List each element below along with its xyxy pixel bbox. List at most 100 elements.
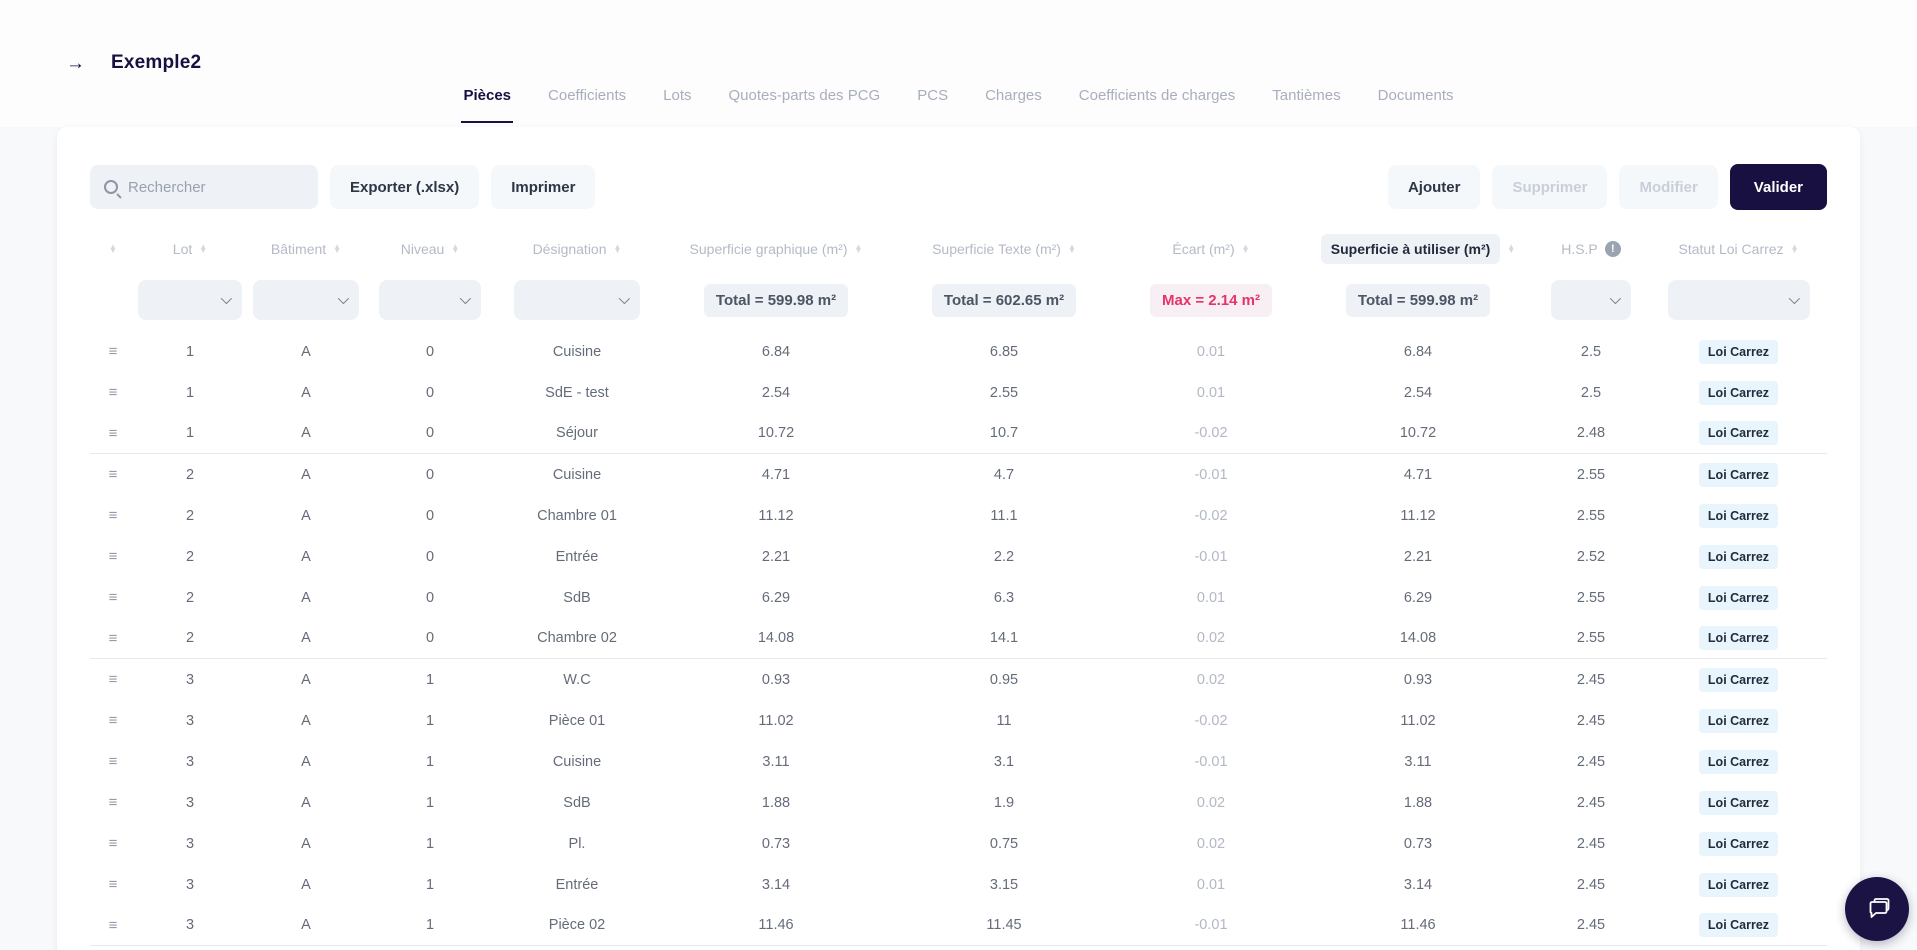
add-button[interactable]: Ajouter [1387,165,1481,209]
back-arrow-icon[interactable]: → [66,54,85,73]
drag-handle-icon[interactable]: ≡ [103,628,124,649]
table-row[interactable]: ≡ 3 A 1 Pl. 0.73 0.75 0.02 0.73 2.45 Loi… [90,823,1827,864]
search-box[interactable] [90,165,318,209]
statut-loi-carrez-badge: Loi Carrez [1698,749,1779,774]
edit-button[interactable]: Modifier [1619,165,1718,209]
sort-icon[interactable]: ▲ ▼ [333,242,341,254]
hsp-filter-dropdown[interactable] [1551,280,1631,320]
cell-superficie-a-utiliser: 2.54 [1403,384,1433,401]
drag-handle-icon[interactable]: ≡ [103,505,124,526]
sort-icon[interactable]: ▲ ▼ [614,242,622,254]
cell-superficie-graphique: 10.72 [757,425,795,441]
cell-batiment: A [301,671,311,688]
drag-handle-icon[interactable]: ≡ [103,792,124,813]
drag-handle-icon[interactable]: ≡ [103,423,124,444]
niveau-filter-dropdown[interactable] [379,280,481,320]
cell-superficie-texte: 14.1 [989,630,1019,646]
cell-designation: Séjour [556,425,598,441]
print-button[interactable]: Imprimer [491,165,596,209]
cell-superficie-a-utiliser: 6.84 [1403,343,1433,360]
table-row[interactable]: ≡ 3 A 1 Cuisine 3.11 3.1 -0.01 3.11 2.45… [90,741,1827,782]
cell-hsp: 2.5 [1580,343,1602,360]
tab-coefficients[interactable]: Coefficients [546,87,628,123]
drag-handle-icon[interactable]: ≡ [103,710,124,731]
table-row[interactable]: ≡ 2 A 0 Entrée 2.21 2.2 -0.01 2.21 2.52 … [90,536,1827,577]
drag-handle-icon[interactable]: ≡ [103,669,124,690]
sort-icon[interactable]: ▲ ▼ [855,242,863,254]
info-icon[interactable]: ! [1604,241,1621,257]
sort-icon[interactable]: ▲ ▼ [199,242,207,254]
table-row[interactable]: ≡ 2 A 0 Cuisine 4.71 4.7 -0.01 4.71 2.55… [90,454,1827,495]
cell-superficie-texte: 11.1 [990,507,1018,524]
table-row[interactable]: ≡ 2 A 0 SdB 6.29 6.3 0.01 6.29 2.55 Loi … [90,577,1827,618]
drag-handle-icon[interactable]: ≡ [103,464,124,485]
table-row[interactable]: ≡ 1 A 0 Cuisine 6.84 6.85 0.01 6.84 2.5 … [90,331,1827,372]
table-row[interactable]: ≡ 1 A 0 Séjour 10.72 10.7 -0.02 10.72 2.… [90,413,1827,454]
tab-tantiemes[interactable]: Tantièmes [1270,87,1342,123]
drag-handle-icon[interactable]: ≡ [103,382,124,403]
table-row[interactable]: ≡ 3 A 1 Pièce 01 11.02 11 -0.02 11.02 2.… [90,700,1827,741]
cell-designation: Cuisine [552,466,602,483]
batiment-filter-dropdown[interactable] [253,280,359,320]
tab-pieces[interactable]: Pièces [461,87,514,123]
table-row[interactable]: ≡ 2 A 0 Chambre 02 14.08 14.1 0.02 14.08… [90,618,1827,659]
tab-documents[interactable]: Documents [1376,87,1456,123]
cell-lot: 1 [185,343,195,360]
search-input[interactable] [128,178,304,196]
cell-designation: Entrée [555,548,599,565]
cell-superficie-a-utiliser: 3.11 [1404,753,1432,770]
tab-pcs[interactable]: PCS [915,87,950,123]
drag-handle-icon[interactable]: ≡ [103,751,124,772]
cell-superficie-graphique: 1.88 [761,794,791,811]
cell-superficie-texte: 0.95 [989,671,1019,688]
table-row[interactable]: ≡ 3 A 1 W.C 0.93 0.95 0.02 0.93 2.45 Loi… [90,659,1827,700]
cell-lot: 2 [185,507,195,524]
table-row[interactable]: ≡ 1 A 0 SdE - test 2.54 2.55 0.01 2.54 2… [90,372,1827,413]
cell-lot: 3 [185,712,195,729]
sort-icon[interactable]: ▲ ▼ [1507,242,1515,254]
sort-icon[interactable]: ▲ ▼ [109,242,117,254]
tab-lots[interactable]: Lots [661,87,693,123]
cell-batiment: A [301,630,311,646]
drag-handle-icon[interactable]: ≡ [103,833,124,854]
statut-filter-dropdown[interactable] [1667,280,1810,320]
cell-batiment: A [301,425,311,441]
cell-batiment: A [301,343,311,360]
tab-coefficients-de-charges[interactable]: Coefficients de charges [1077,87,1237,123]
table-row[interactable]: ≡ 2 A 0 Chambre 01 11.12 11.1 -0.02 11.1… [90,495,1827,536]
drag-handle-icon[interactable]: ≡ [103,546,124,567]
pieces-table: ▲ ▼ Lot ▲ ▼ Bâtiment ▲ ▼ Niveau ▲ ▼ Désignation… [90,229,1827,946]
cell-batiment: A [301,384,311,401]
validate-button[interactable]: Valider [1729,164,1827,210]
sort-icon[interactable]: ▲ ▼ [1791,242,1799,254]
cell-superficie-graphique: 2.21 [761,548,791,565]
sort-icon[interactable]: ▲ ▼ [1068,242,1076,254]
drag-handle-icon[interactable]: ≡ [103,874,124,895]
table-row[interactable]: ≡ 3 A 1 Pièce 02 11.46 11.45 -0.01 11.46… [90,905,1827,946]
cell-superficie-graphique: 11.12 [758,507,794,524]
drag-handle-icon[interactable]: ≡ [103,587,124,608]
lot-filter-dropdown[interactable] [138,280,242,320]
cell-superficie-a-utiliser: 4.71 [1403,466,1433,483]
drag-handle-icon[interactable]: ≡ [103,341,124,362]
cell-superficie-graphique: 6.29 [761,589,791,606]
col-header-niveau: Niveau [400,241,445,257]
cell-superficie-a-utiliser: 0.73 [1403,835,1433,852]
tab-charges[interactable]: Charges [983,87,1044,123]
delete-button[interactable]: Supprimer [1492,165,1608,209]
cell-superficie-texte: 6.3 [993,589,1015,606]
chevron-down-icon [1609,292,1622,305]
cell-niveau: 0 [425,425,435,441]
sort-icon[interactable]: ▲ ▼ [451,242,459,254]
drag-handle-icon[interactable]: ≡ [103,915,124,936]
table-row[interactable]: ≡ 3 A 1 SdB 1.88 1.9 0.02 1.88 2.45 Loi … [90,782,1827,823]
cell-hsp: 2.55 [1576,466,1606,483]
tab-quotes-parts-des-pcg[interactable]: Quotes-parts des PCG [727,87,883,123]
designation-filter-dropdown[interactable] [514,280,640,320]
chat-button[interactable] [1845,877,1909,941]
sort-icon[interactable]: ▲ ▼ [1242,242,1250,254]
cell-batiment: A [301,917,311,933]
table-row[interactable]: ≡ 3 A 1 Entrée 3.14 3.15 0.01 3.14 2.45 … [90,864,1827,905]
cell-designation: Entrée [555,876,599,893]
export-xlsx-button[interactable]: Exporter (.xlsx) [330,165,480,209]
